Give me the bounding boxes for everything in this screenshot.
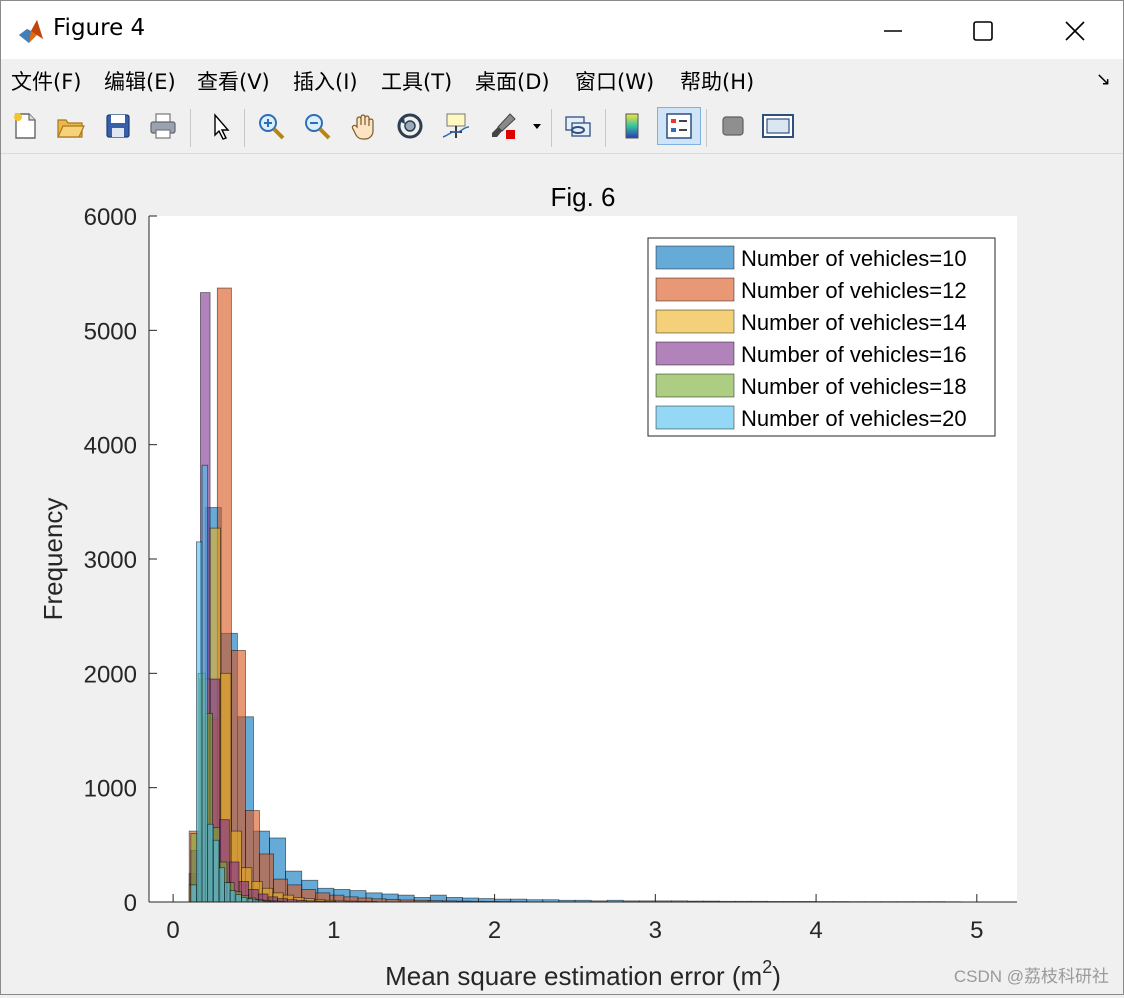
figure-canvas: Fig. 6 0 1 2 3 4 5 0 1000 2000 3000 4000 5000 6000 M…: [1, 154, 1123, 994]
legend-label: Number of vehicles=16: [741, 342, 967, 367]
x-tick-label: 1: [327, 917, 340, 944]
menu-file[interactable]: 文件(F): [11, 66, 81, 96]
histogram-bar: [208, 824, 214, 902]
print-icon[interactable]: [145, 107, 181, 145]
legend-swatch: [656, 246, 734, 269]
legend-swatch: [656, 310, 734, 333]
data-cursor-icon[interactable]: [438, 107, 474, 145]
legend-icon[interactable]: [657, 107, 701, 145]
menu-edit[interactable]: 编辑(E): [104, 66, 176, 96]
x-axis-label: Mean square estimation error (m2): [385, 957, 781, 991]
menu-tools[interactable]: 工具(T): [381, 66, 452, 96]
hide-tools-icon[interactable]: [715, 107, 751, 145]
colorbar-icon[interactable]: [614, 107, 650, 145]
rotate-3d-icon[interactable]: [392, 107, 428, 145]
dock-arrow-icon[interactable]: ↘: [1096, 69, 1111, 90]
histogram-chart: Fig. 6 0 1 2 3 4 5 0 1000 2000 3000 4000 5000 6000 M…: [1, 154, 1123, 994]
show-tools-icon[interactable]: [760, 107, 796, 145]
histogram-bar: [202, 465, 208, 902]
y-tick-label: 6000: [84, 204, 137, 231]
close-button[interactable]: [1045, 9, 1105, 53]
minimize-button[interactable]: [863, 9, 923, 53]
x-tick-label: 2: [488, 917, 501, 944]
histogram-bar: [191, 885, 197, 902]
zoom-out-icon[interactable]: [299, 107, 335, 145]
y-tick-label: 0: [124, 890, 137, 917]
brush-dropdown-icon[interactable]: [527, 107, 547, 145]
minimize-icon: [882, 20, 904, 42]
matlab-logo-icon: [17, 17, 45, 45]
open-folder-icon[interactable]: [52, 107, 88, 145]
menu-help[interactable]: 帮助(H): [680, 66, 754, 96]
toolbar-separator: [190, 109, 191, 147]
figure-window: Figure 4 文件(F) 编辑(E) 查看(V) 插入(I) 工具(T) 桌…: [0, 0, 1124, 995]
x-tick-label: 4: [809, 917, 822, 944]
menu-view[interactable]: 查看(V): [197, 66, 270, 96]
title-bar[interactable]: Figure 4: [1, 1, 1123, 59]
maximize-button[interactable]: [953, 9, 1013, 53]
x-tick-label: 0: [166, 917, 179, 944]
y-tick-label: 1000: [84, 776, 137, 803]
brush-icon[interactable]: [485, 107, 521, 145]
histogram-bar: [225, 883, 231, 902]
histogram-bar: [236, 895, 242, 902]
y-tick-label: 2000: [84, 661, 137, 688]
toolbar-separator: [244, 109, 245, 147]
histogram-bar: [241, 897, 247, 902]
menu-window[interactable]: 窗口(W): [575, 66, 654, 96]
legend-label: Number of vehicles=12: [741, 278, 967, 303]
y-tick-label: 4000: [84, 433, 137, 460]
toolbar-separator: [706, 109, 707, 147]
x-tick-label: 5: [970, 917, 983, 944]
y-tick-label: 3000: [84, 547, 137, 574]
maximize-icon: [972, 20, 994, 42]
legend-swatch: [656, 278, 734, 301]
legend-swatch: [656, 374, 734, 397]
legend-label: Number of vehicles=10: [741, 246, 967, 271]
legend-label: Number of vehicles=14: [741, 310, 967, 335]
toolbar-separator: [605, 109, 606, 147]
y-tick-label: 5000: [84, 318, 137, 345]
chart-title: Fig. 6: [550, 182, 615, 212]
toolbar: [1, 101, 1123, 154]
pointer-icon[interactable]: [202, 107, 238, 145]
menu-desktop[interactable]: 桌面(D): [475, 66, 550, 96]
toolbar-separator: [551, 109, 552, 147]
zoom-in-icon[interactable]: [253, 107, 289, 145]
save-icon[interactable]: [100, 107, 136, 145]
menu-bar: 文件(F) 编辑(E) 查看(V) 插入(I) 工具(T) 桌面(D) 窗口(W…: [1, 59, 1123, 101]
link-plot-icon[interactable]: [560, 107, 596, 145]
close-icon: [1064, 20, 1086, 42]
legend-swatch: [656, 342, 734, 365]
histogram-bar: [213, 840, 219, 902]
legend-swatch: [656, 406, 734, 429]
legend[interactable]: Number of vehicles=10 Number of vehicles=…: [648, 238, 995, 436]
x-tick-label: 3: [649, 917, 662, 944]
legend-label: Number of vehicles=18: [741, 374, 967, 399]
pan-hand-icon[interactable]: [346, 107, 382, 145]
y-axis-label: Frequency: [38, 498, 68, 621]
histogram-bar: [219, 868, 225, 902]
histogram-bar: [230, 891, 236, 902]
menu-insert[interactable]: 插入(I): [293, 66, 358, 96]
window-title: Figure 4: [53, 15, 145, 41]
legend-label: Number of vehicles=20: [741, 406, 967, 431]
watermark-text: CSDN @荔枝科研社: [954, 967, 1109, 986]
histogram-bar: [196, 542, 202, 902]
new-figure-icon[interactable]: [7, 107, 43, 145]
